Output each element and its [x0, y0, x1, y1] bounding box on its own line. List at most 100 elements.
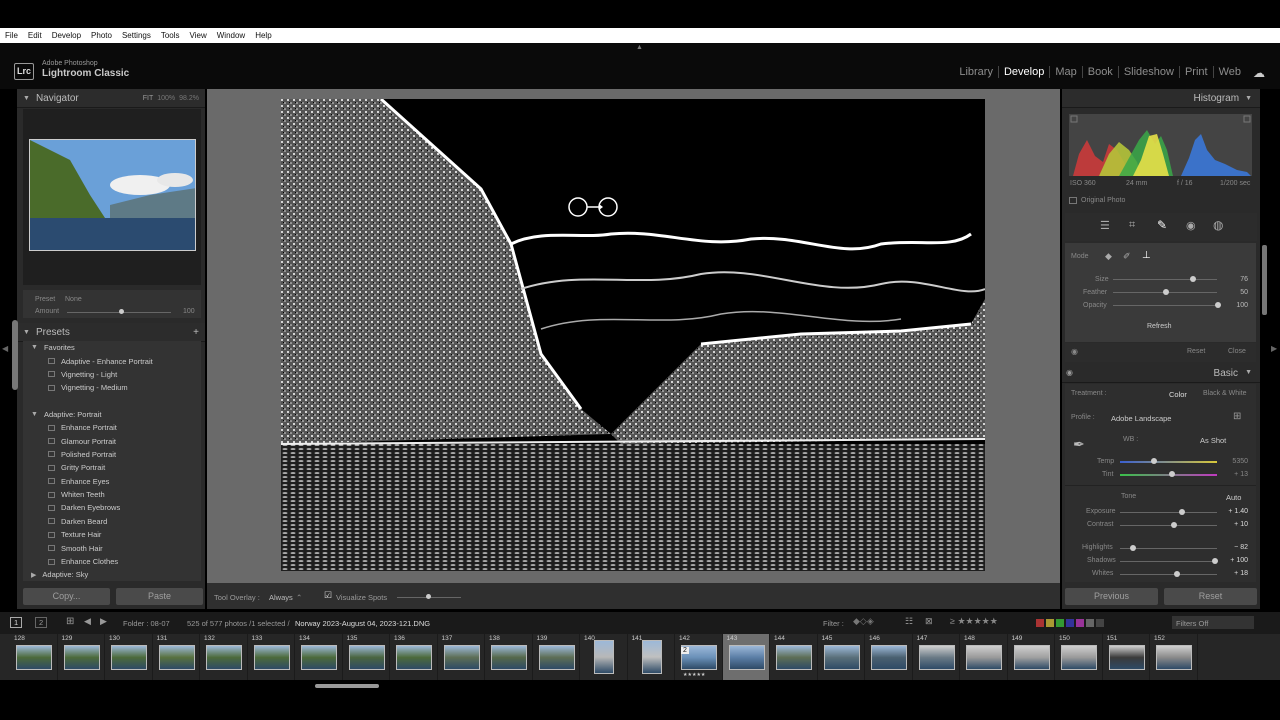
filmstrip-cell[interactable]: 137 [438, 634, 485, 680]
photo-thumbnail[interactable] [823, 645, 860, 670]
contrast-value[interactable]: + 10 [1234, 521, 1248, 528]
feather-value[interactable]: 50 [1240, 289, 1248, 296]
eye-toggle-icon[interactable]: ◉ [1071, 347, 1078, 356]
filmstrip-cell[interactable]: 128 [10, 634, 58, 680]
navigator-preview[interactable] [23, 109, 201, 285]
shadows-value[interactable]: + 100 [1230, 557, 1248, 564]
preset-item[interactable]: Enhance Clothes [23, 555, 201, 568]
module-slideshow[interactable]: Slideshow [1119, 66, 1180, 78]
wb-select[interactable]: As Shot [1200, 436, 1226, 445]
healing-icon[interactable]: ✎ [1157, 218, 1167, 232]
filmstrip-cell[interactable]: 143 [722, 634, 770, 680]
color-label-filter[interactable] [1036, 619, 1104, 627]
filmstrip-cell[interactable]: 133 [248, 634, 295, 680]
masking-icon[interactable]: ◍ [1213, 218, 1223, 232]
back-arrow-icon[interactable]: ◀ [84, 616, 91, 627]
filmstrip-cell[interactable]: 131 [153, 634, 200, 680]
filmstrip-cell[interactable]: 132 [200, 634, 248, 680]
exposure-value[interactable]: + 1.40 [1228, 508, 1248, 515]
module-print[interactable]: Print [1180, 66, 1214, 78]
preset-item[interactable]: Darken Eyebrows [23, 501, 201, 514]
visualize-spots-photo[interactable] [281, 99, 985, 571]
histogram-graph[interactable] [1069, 114, 1252, 176]
opacity-value[interactable]: 100 [1236, 302, 1248, 309]
whites-slider[interactable] [1120, 574, 1217, 575]
heal-close-button[interactable]: Close [1228, 348, 1246, 355]
treatment-color[interactable]: Color [1169, 390, 1187, 399]
photo-thumbnail[interactable] [594, 640, 614, 674]
opacity-knob[interactable] [1215, 302, 1221, 308]
red-eye-icon[interactable]: ◉ [1186, 219, 1196, 232]
temp-knob[interactable] [1151, 458, 1157, 464]
shadows-slider[interactable] [1120, 561, 1217, 562]
left-panel-scrollbar[interactable] [12, 320, 18, 390]
visualize-threshold-knob[interactable] [426, 594, 431, 599]
preset-item[interactable]: Gritty Portrait [23, 461, 201, 474]
filename-select[interactable]: Norway 2023-August 04, 2023-121.DNG [295, 619, 430, 628]
photo-thumbnail[interactable] [443, 645, 480, 670]
filmstrip-cell[interactable]: 130 [105, 634, 153, 680]
preset-group[interactable]: ▼ Adaptive: Portrait [23, 408, 201, 421]
zoom-100[interactable]: 100% [157, 95, 175, 102]
exposure-knob[interactable] [1179, 509, 1185, 515]
tint-value[interactable]: + 13 [1234, 471, 1248, 478]
menu-item-edit[interactable]: Edit [23, 31, 47, 40]
eye-toggle-icon[interactable]: ◉ [1066, 368, 1073, 377]
tool-overlay-select[interactable]: Always [269, 593, 293, 602]
reset-button[interactable]: Reset [1164, 588, 1257, 605]
edited-filter-icon[interactable]: ☷ [905, 616, 913, 627]
preset-item[interactable]: Vignetting - Light [23, 368, 201, 381]
photo-thumbnail[interactable] [776, 645, 812, 670]
photo-thumbnail[interactable] [491, 645, 527, 670]
content-aware-icon[interactable]: ◆ [1105, 251, 1112, 262]
basic-header[interactable]: ◉ Basic ▼ [1062, 364, 1260, 383]
preset-group[interactable]: ▶ Adaptive: Sky [23, 568, 201, 581]
image-area[interactable] [207, 89, 1060, 583]
preset-item[interactable]: Polished Portrait [23, 448, 201, 461]
size-slider[interactable] [1113, 279, 1217, 280]
photo-thumbnail[interactable] [111, 645, 147, 670]
edit-sliders-icon[interactable]: ☰ [1100, 219, 1110, 232]
menu-item-window[interactable]: Window [212, 31, 250, 40]
zoom-custom[interactable]: 98.2% [179, 95, 199, 102]
filmstrip-cell[interactable]: 134 [295, 634, 343, 680]
size-value[interactable]: 76 [1240, 276, 1248, 283]
tint-knob[interactable] [1169, 471, 1175, 477]
collapse-right-arrow-icon[interactable]: ▶ [1271, 344, 1277, 353]
filmstrip-cell[interactable]: 147 [913, 634, 960, 680]
cloud-sync-icon[interactable]: ☁ [1253, 66, 1265, 80]
menu-item-settings[interactable]: Settings [117, 31, 156, 40]
star-filter-icons[interactable]: ≥ ★★★★★ [950, 616, 998, 627]
filmstrip-cell[interactable]: 150 [1055, 634, 1103, 680]
filmstrip-cell[interactable]: 149 [1008, 634, 1055, 680]
filmstrip-cell[interactable]: 145 [818, 634, 865, 680]
add-preset-button[interactable]: + [193, 327, 199, 338]
treatment-bw[interactable]: Black & White [1203, 390, 1247, 397]
photo-thumbnail[interactable] [1061, 645, 1097, 670]
filmstrip-cell[interactable]: 135 [343, 634, 390, 680]
highlights-value[interactable]: − 82 [1234, 544, 1248, 551]
auto-button[interactable]: Auto [1226, 493, 1241, 502]
flag-filter-icons[interactable]: ◆◇◈ [853, 616, 874, 627]
preset-item[interactable]: Smooth Hair [23, 541, 201, 554]
menu-item-tools[interactable]: Tools [156, 31, 185, 40]
filmstrip-cell[interactable]: 140 [580, 634, 628, 680]
zoom-fit[interactable]: FIT [143, 95, 154, 102]
second-window-button[interactable]: 2 [35, 617, 48, 628]
photo-thumbnail[interactable] [16, 645, 52, 670]
filmstrip-cell[interactable]: 146 [865, 634, 913, 680]
presets-header[interactable]: ▼ Presets + [17, 323, 205, 342]
filmstrip-cell[interactable]: 144 [770, 634, 818, 680]
paste-button[interactable]: Paste [116, 588, 203, 605]
preset-item[interactable]: Glamour Portrait [23, 434, 201, 447]
module-map[interactable]: Map [1050, 66, 1083, 78]
filmstrip-cell[interactable]: 139 [533, 634, 580, 680]
photo-thumbnail[interactable] [1013, 645, 1050, 670]
photo-thumbnail[interactable] [301, 645, 337, 670]
photo-thumbnail[interactable] [966, 645, 1002, 670]
whites-knob[interactable] [1174, 571, 1180, 577]
profile-browser-icon[interactable]: ⊞ [1233, 411, 1241, 422]
contrast-slider[interactable] [1120, 525, 1217, 526]
photo-thumbnail[interactable] [206, 645, 242, 670]
filmstrip-cell[interactable]: 136 [390, 634, 438, 680]
